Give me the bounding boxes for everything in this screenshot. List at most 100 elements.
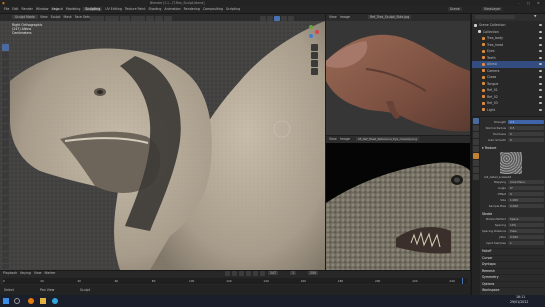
material-tab-icon[interactable] xyxy=(473,167,479,173)
visibility-eye-icon[interactable] xyxy=(539,37,542,39)
texture-tab-icon[interactable] xyxy=(473,174,479,180)
camera-view-icon[interactable] xyxy=(311,60,318,67)
tool-simplify-icon[interactable] xyxy=(2,244,9,251)
jump-end-icon[interactable] xyxy=(260,271,265,276)
image-editor-bottom-menu-view[interactable]: View xyxy=(329,137,337,141)
menu-render[interactable]: Render xyxy=(22,7,33,11)
visibility-eye-icon[interactable] xyxy=(539,76,542,78)
brush-setting-value-field[interactable]: 0 xyxy=(508,131,544,137)
brush-setting-value-field[interactable]: 0 xyxy=(508,137,544,143)
visibility-eye-icon[interactable] xyxy=(539,108,542,111)
image-editor-bottom[interactable] xyxy=(326,143,470,270)
mode-selector[interactable]: Sculpt Mode xyxy=(12,15,38,19)
tool-rotate-icon[interactable] xyxy=(2,212,9,219)
stroke-setting-value-field[interactable]: View xyxy=(508,228,544,234)
tool-draw-sharp-icon[interactable] xyxy=(2,52,9,59)
image-editor-top-menu-view[interactable]: View xyxy=(329,15,337,19)
tool-clay-icon[interactable] xyxy=(2,60,9,67)
outliner-filter-icon[interactable]: ▼ xyxy=(534,14,536,18)
tool-boundary-icon[interactable] xyxy=(2,228,9,235)
workspace-tab-sculpting[interactable]: Sculpting xyxy=(83,7,103,11)
menu-file[interactable]: File xyxy=(4,7,9,11)
navigation-gizmo[interactable] xyxy=(305,24,321,40)
frame-ruler[interactable]: 0 20 40 60 80 100 120 140 160 180 200 220 240 xyxy=(3,278,468,284)
tool-tab-icon[interactable] xyxy=(473,118,479,124)
tool-draw-icon[interactable] xyxy=(2,44,9,51)
prev-keyframe-icon[interactable] xyxy=(232,271,237,276)
brush-radius-field[interactable] xyxy=(90,15,104,21)
tool-clay-thumb-icon[interactable] xyxy=(2,76,9,83)
workspace-tab-modeling[interactable]: Modeling xyxy=(66,7,81,11)
tool-fill-icon[interactable] xyxy=(2,132,9,139)
stroke-setting-value-field[interactable]: Space xyxy=(508,216,544,222)
visibility-eye-icon[interactable] xyxy=(539,95,542,98)
texture-preview[interactable] xyxy=(500,152,522,174)
workspace-tab-scripting[interactable]: Scripting xyxy=(226,7,240,11)
symmetry-x-button[interactable] xyxy=(146,15,154,21)
visibility-eye-icon[interactable] xyxy=(539,89,542,91)
visibility-eye-icon[interactable] xyxy=(539,43,542,46)
menu-window[interactable]: Window xyxy=(36,7,49,11)
play-icon[interactable] xyxy=(246,271,251,276)
visibility-eye-icon[interactable] xyxy=(539,82,542,85)
texture-setting-value-field[interactable]: Area Plane xyxy=(508,179,544,185)
taskbar-blender-icon[interactable] xyxy=(28,298,34,304)
tool-draw-face-sets-icon[interactable] xyxy=(2,258,9,263)
image-editor-top-filename[interactable]: Ref_Trex_Sculpt_Side.jpg xyxy=(368,15,412,19)
tool-crease-icon[interactable] xyxy=(2,108,9,115)
jump-start-icon[interactable] xyxy=(225,271,230,276)
object-tab-icon[interactable] xyxy=(473,153,479,159)
tool-grab-icon[interactable] xyxy=(2,164,9,171)
timeline-menu-view[interactable]: View xyxy=(34,271,42,275)
maximize-button[interactable]: □ xyxy=(527,1,530,5)
tool-layer-icon[interactable] xyxy=(2,84,9,91)
timeline-menu-keying[interactable]: Keying xyxy=(20,271,31,275)
next-keyframe-icon[interactable] xyxy=(253,271,258,276)
symmetry-y-button[interactable] xyxy=(155,15,163,21)
gizmo-x-axis-icon[interactable] xyxy=(315,30,319,34)
texture-setting-value-field[interactable]: 0 xyxy=(508,191,544,197)
workspace-tab-layout[interactable]: Layout xyxy=(52,7,63,11)
timeline-menu-playback[interactable]: Playback xyxy=(3,271,17,275)
viewport-menu-face-sets[interactable]: Face Sets xyxy=(75,15,90,19)
windows-start-icon[interactable] xyxy=(3,298,9,304)
gizmo-y-axis-icon[interactable] xyxy=(309,25,313,29)
texture-setting-value-field[interactable]: 0.000 xyxy=(508,203,544,209)
brush-strength-field[interactable] xyxy=(105,15,119,21)
modifier-tab-icon[interactable] xyxy=(473,160,479,166)
workspace-tab-uv-editing[interactable]: UV Editing xyxy=(105,7,122,11)
viewport-menu-view[interactable]: View xyxy=(40,15,48,19)
texture-setting-value-field[interactable]: 0° xyxy=(508,185,544,191)
visibility-eye-icon[interactable] xyxy=(539,24,542,26)
tool-snake-hook-icon[interactable] xyxy=(2,180,9,187)
tool-smooth-icon[interactable] xyxy=(2,116,9,123)
panel-header-workspace[interactable]: Workspace xyxy=(482,287,544,294)
workspace-tab-compositing[interactable]: Compositing xyxy=(203,7,223,11)
image-editor-top[interactable] xyxy=(326,21,470,135)
image-editor-bottom-menu-image[interactable]: Image xyxy=(340,137,350,141)
workspace-tab-shading[interactable]: Shading xyxy=(148,7,161,11)
texture-setting-value-field[interactable]: 1.000 xyxy=(508,197,544,203)
scene-tab-icon[interactable] xyxy=(473,139,479,145)
menu-edit[interactable]: Edit xyxy=(12,7,18,11)
tool-flatten-icon[interactable] xyxy=(2,124,9,131)
render-tab-icon[interactable] xyxy=(473,125,479,131)
xray-toggle-icon[interactable] xyxy=(267,15,273,21)
stroke-setting-value-field[interactable]: 0.000 xyxy=(508,234,544,240)
tool-cloth-icon[interactable] xyxy=(2,236,9,243)
brush-setting-value-field[interactable]: 0.5 xyxy=(508,119,544,125)
image-editor-bottom-filename[interactable]: 05_Ref_Head_Reference_Eye_closeUp.png xyxy=(356,137,419,141)
close-button[interactable]: × xyxy=(537,1,540,5)
overlay-toggle-icon[interactable] xyxy=(260,15,266,21)
taskbar-search-icon[interactable] xyxy=(14,298,20,304)
tool-thumb-icon[interactable] xyxy=(2,188,9,195)
symmetry-z-button[interactable] xyxy=(164,15,172,21)
zoom-view-icon[interactable] xyxy=(311,44,318,51)
brush-direction-toggle[interactable] xyxy=(120,15,130,21)
viewport-menu-sculpt[interactable]: Sculpt xyxy=(51,15,61,19)
taskbar-explorer-icon[interactable] xyxy=(40,298,46,304)
stroke-setting-value-field[interactable]: 1 xyxy=(508,240,544,246)
visibility-eye-icon[interactable] xyxy=(539,30,542,33)
minimize-button[interactable]: - xyxy=(518,1,519,5)
taskbar-date[interactable]: 29/01/2022 xyxy=(510,300,528,304)
